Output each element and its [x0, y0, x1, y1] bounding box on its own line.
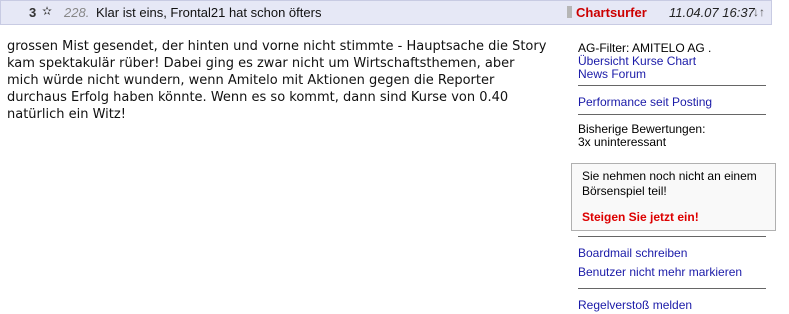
divider: [578, 236, 766, 237]
star-rating-icon[interactable]: ✫: [42, 4, 52, 18]
boersenspiel-box: Sie nehmen noch nicht an einem Börsenspi…: [571, 163, 776, 231]
post-body: grossen Mist gesendet, der hinten und vo…: [7, 39, 547, 122]
unmark-user-link[interactable]: Benutzer nicht mehr markieren: [578, 265, 742, 279]
report-violation-link[interactable]: Regelverstoß melden: [578, 298, 692, 312]
user-status-icon: [567, 6, 572, 18]
sort-arrows-icon[interactable]: ↓↑: [753, 5, 765, 19]
divider: [578, 288, 766, 289]
divider: [578, 114, 766, 115]
post-number: 228.: [64, 5, 90, 20]
divider: [578, 85, 766, 86]
ag-filter-label: AG-Filter: AMITELO AG .: [578, 41, 712, 55]
join-game-link[interactable]: Steigen Sie jetzt ein!: [582, 210, 699, 224]
ratings-value: 3x uninteressant: [578, 135, 667, 149]
game-message: Sie nehmen noch nicht an einem Börsenspi…: [582, 169, 757, 198]
post-title[interactable]: Klar ist eins, Frontal21 hat schon öfter…: [96, 5, 321, 20]
posting-header: 3 ✫ 228. Klar ist eins, Frontal21 hat sc…: [0, 0, 772, 25]
posting-index: 3: [29, 5, 37, 20]
performance-link[interactable]: Performance seit Posting: [578, 95, 712, 109]
post-datetime: 11.04.07 16:37: [669, 5, 755, 20]
news-forum-link[interactable]: News Forum: [578, 67, 646, 81]
ratings-label: Bisherige Bewertungen:: [578, 122, 706, 136]
author-link[interactable]: Chartsurfer: [576, 5, 647, 20]
overview-link[interactable]: Übersicht Kurse Chart: [578, 54, 696, 68]
boardmail-link[interactable]: Boardmail schreiben: [578, 246, 687, 260]
